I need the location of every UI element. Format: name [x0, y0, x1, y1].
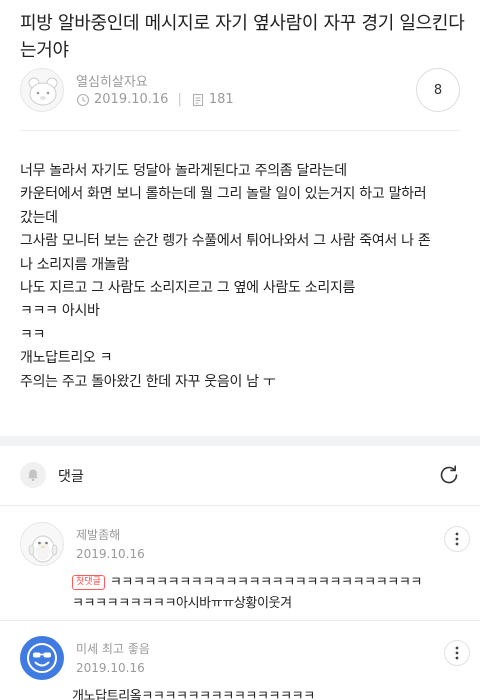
post-meta: 2019.10.16 | 181: [76, 92, 234, 107]
post-views: 181: [208, 92, 234, 107]
comment-count-button[interactable]: 8: [416, 68, 460, 112]
meta-divider: |: [177, 92, 182, 107]
comment-line: 개노답트리옼ㅋㅋㅋㅋㅋㅋㅋㅋㅋㅋㅋㅋㅋㅋㅋ: [72, 689, 315, 700]
comment-more-button[interactable]: [444, 526, 470, 552]
divider: [0, 505, 480, 506]
author-name[interactable]: 열심히살자요: [76, 71, 148, 90]
refresh-button[interactable]: [434, 460, 464, 490]
more-vertical-icon: [455, 532, 459, 546]
smiley-face-icon: [27, 643, 57, 673]
section-divider: [0, 436, 480, 446]
post-body-line: ㅋㅋ: [20, 326, 46, 343]
comment-item: 제발좀해 2019.10.16 첫댓글 ㅋㅋㅋㅋㅋㅋㅋㅋㅋㅋㅋㅋㅋㅋㅋㅋㅋㅋㅋㅋㅋ…: [20, 522, 470, 617]
post-body-line: 카운터에서 화면 보니 롤하는데 뭘 그리 놀랄 일이 있는거지 하고 말하러: [20, 186, 427, 203]
post-body-line: 개노답트리오 ㅋ: [20, 350, 113, 367]
divider: [20, 130, 460, 131]
author-avatar[interactable]: [20, 68, 64, 112]
comment-text: 개노답트리옼ㅋㅋㅋㅋㅋㅋㅋㅋㅋㅋㅋㅋㅋㅋㅋ: [72, 686, 472, 700]
commenter-avatar[interactable]: [20, 636, 64, 680]
post-body-line: 나도 지르고 그 사람도 소리지르고 그 옆에 사람도 소리지름: [20, 280, 356, 297]
post-body-line: 나 소리지름 개놀람: [20, 256, 129, 273]
comment-author[interactable]: 미세 최고 좋음: [76, 640, 150, 657]
first-comment-badge: 첫댓글: [72, 575, 105, 590]
comment-date: 2019.10.16: [76, 547, 145, 561]
comment-line: ㅋㅋㅋㅋㅋㅋㅋㅋㅋㅋㅋㅋㅋㅋㅋㅋㅋㅋㅋㅋㅋㅋㅋㅋㅋㅋㅋ: [109, 575, 423, 590]
comment-line: ㅋㅋㅋㅋㅋㅋㅋㅋㅋ아시바ㅠㅠ상황이웃겨: [72, 596, 292, 611]
post-body-line: 주의는 주고 돌아왔긴 한데 자꾸 웃음이 남 ㅜ: [20, 373, 276, 390]
post-title: 피방 알바중인데 메시지로 자기 옆사람이 자꾸 경기 일으킨다는거야: [20, 13, 465, 61]
post-author-row: 열심히살자요 2019.10.16 | 181 8: [20, 68, 460, 112]
post-body-line: 갔는데: [20, 209, 58, 226]
comments-header: 댓글: [20, 458, 464, 494]
commenter-avatar[interactable]: [20, 522, 64, 566]
document-icon: [191, 93, 205, 107]
divider: [0, 620, 480, 621]
comment-more-button[interactable]: [444, 640, 470, 666]
clock-icon: [76, 93, 90, 107]
comment-text: 첫댓글 ㅋㅋㅋㅋㅋㅋㅋㅋㅋㅋㅋㅋㅋㅋㅋㅋㅋㅋㅋㅋㅋㅋㅋㅋㅋㅋㅋ ㅋㅋㅋㅋㅋㅋㅋㅋㅋ…: [72, 572, 472, 614]
bear-face-icon: [28, 77, 58, 106]
post-body-line: ㅋㅋㅋ 아시바: [20, 303, 100, 320]
penguin-icon: [28, 535, 58, 563]
comment-item: 미세 최고 좋음 2019.10.16 개노답트리옼ㅋㅋㅋㅋㅋㅋㅋㅋㅋㅋㅋㅋㅋㅋ…: [20, 636, 470, 700]
post-body: 너무 놀라서 자기도 덩달아 놀라게된다고 주의좀 달라는데 카운터에서 화면 …: [20, 160, 470, 394]
post-date: 2019.10.16: [94, 92, 169, 107]
comment-author[interactable]: 제발좀해: [76, 526, 120, 543]
post-body-line: 그사람 모니터 보는 순간 렝가 수풀에서 튀어나와서 그 사람 죽여서 나 존: [20, 233, 431, 250]
comments-label: 댓글: [58, 469, 84, 485]
bell-icon: [28, 469, 38, 482]
more-vertical-icon: [455, 646, 459, 660]
comment-date: 2019.10.16: [76, 661, 145, 675]
refresh-icon: [440, 465, 458, 484]
notification-toggle[interactable]: [20, 462, 46, 488]
post-body-line: 너무 놀라서 자기도 덩달아 놀라게된다고 주의좀 달라는데: [20, 163, 347, 179]
